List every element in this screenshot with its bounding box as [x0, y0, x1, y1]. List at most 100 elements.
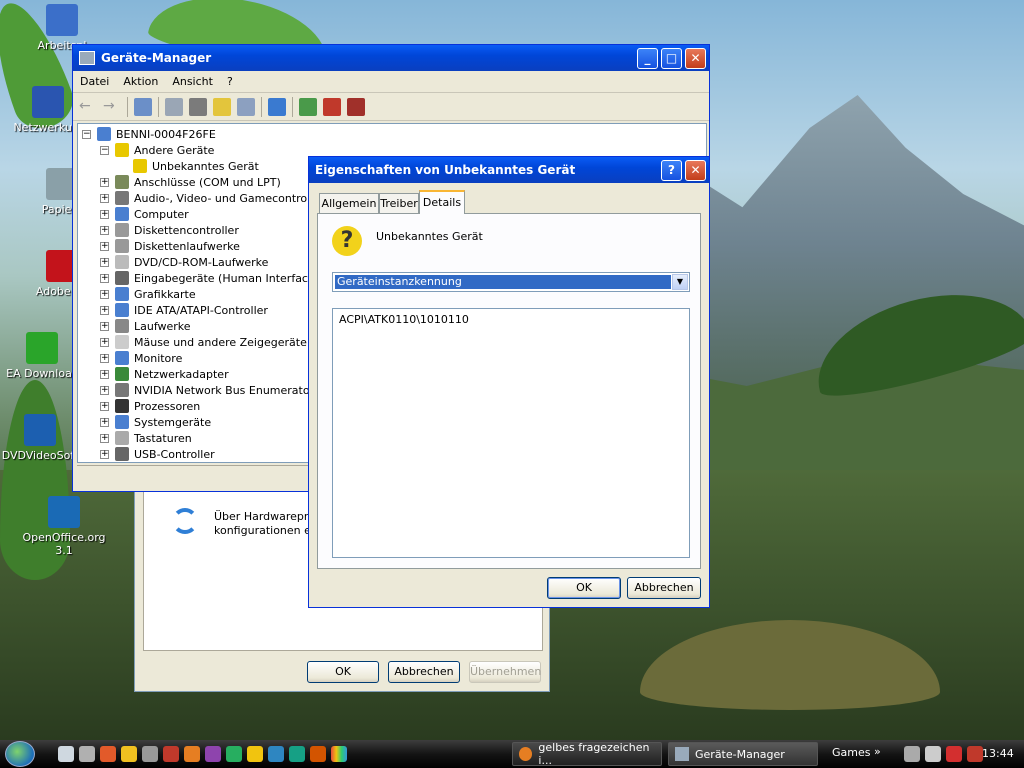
- uninstall-icon[interactable]: [323, 97, 341, 116]
- tree-category[interactable]: + DVD/CD-ROM-Laufwerke: [100, 254, 268, 270]
- tree-category[interactable]: + Systemgeräte: [100, 414, 211, 430]
- expand-icon[interactable]: +: [100, 193, 109, 203]
- volume-icon[interactable]: [925, 746, 941, 762]
- value-list[interactable]: ACPI\ATK0110\1010110: [332, 308, 690, 558]
- app-icon[interactable]: [226, 746, 242, 762]
- tree-category[interactable]: + IDE ATA/ATAPI-Controller: [100, 302, 268, 318]
- help-button[interactable]: ?: [661, 159, 682, 181]
- properties-icon[interactable]: [165, 97, 183, 116]
- menu-help[interactable]: ?: [220, 75, 240, 88]
- show-desktop-icon[interactable]: [58, 746, 74, 762]
- apply-button[interactable]: Übernehmen: [469, 661, 541, 683]
- collapse-icon[interactable]: −: [100, 145, 109, 155]
- close-button[interactable]: ✕: [685, 159, 706, 181]
- value-list-item[interactable]: ACPI\ATK0110\1010110: [339, 313, 469, 326]
- tree-category[interactable]: + Monitore: [100, 350, 182, 366]
- disable-device-icon[interactable]: [347, 97, 365, 116]
- back-arrow-icon[interactable]: ←: [79, 98, 97, 116]
- task-device-manager[interactable]: Geräte-Manager: [668, 742, 818, 766]
- app-icon[interactable]: [331, 746, 347, 762]
- property-select[interactable]: Geräteinstanzkennung ▼: [332, 272, 690, 292]
- desktop-icon-dvdvideosoft[interactable]: DVDVideoSoft: [0, 414, 80, 462]
- expand-icon[interactable]: +: [100, 273, 109, 283]
- desktop-icon-ea-download[interactable]: EA Downloac: [2, 332, 82, 380]
- tree-category[interactable]: + Computer: [100, 206, 189, 222]
- device-manager-titlebar[interactable]: Geräte-Manager _ □ ✕: [73, 45, 709, 71]
- menu-ansicht[interactable]: Ansicht: [165, 75, 220, 88]
- print-icon[interactable]: [189, 97, 207, 116]
- app-icon[interactable]: [247, 746, 263, 762]
- app-icon[interactable]: [268, 746, 284, 762]
- games-toolbar-label[interactable]: Games: [832, 746, 870, 759]
- app-icon[interactable]: [142, 746, 158, 762]
- expand-icon[interactable]: +: [100, 305, 109, 315]
- expand-icon[interactable]: +: [100, 369, 109, 379]
- app-icon[interactable]: [310, 746, 326, 762]
- tree-category[interactable]: + Prozessoren: [100, 398, 200, 414]
- chevron-right-icon[interactable]: »: [874, 745, 881, 758]
- network-tray-icon[interactable]: [904, 746, 920, 762]
- app-icon[interactable]: [100, 746, 116, 762]
- expand-icon[interactable]: +: [100, 417, 109, 427]
- properties-dialog-titlebar[interactable]: Eigenschaften von Unbekanntes Gerät ? ✕: [309, 157, 709, 183]
- expand-icon[interactable]: +: [100, 241, 109, 251]
- tree-category[interactable]: + Netzwerkadapter: [100, 366, 229, 382]
- tree-category[interactable]: + Audio-, Video- und Gamecontroller: [100, 190, 325, 206]
- minimize-button[interactable]: _: [637, 47, 658, 69]
- clock[interactable]: 13:44: [982, 747, 1014, 760]
- app-icon[interactable]: [289, 746, 305, 762]
- tree-category[interactable]: + Laufwerke: [100, 318, 191, 334]
- expand-icon[interactable]: +: [100, 353, 109, 363]
- tree-category[interactable]: + Mäuse und andere Zeigegeräte: [100, 334, 307, 350]
- tree-device[interactable]: Unbekanntes Gerät: [118, 158, 259, 174]
- chevron-down-icon[interactable]: ▼: [672, 274, 688, 290]
- tree-category[interactable]: + Diskettencontroller: [100, 222, 239, 238]
- update-driver-icon[interactable]: [299, 97, 317, 116]
- tree-category[interactable]: − Andere Geräte: [100, 142, 214, 158]
- start-button[interactable]: [0, 740, 40, 768]
- expand-icon[interactable]: +: [100, 321, 109, 331]
- expand-icon[interactable]: +: [100, 401, 109, 411]
- tree-category[interactable]: + Diskettenlaufwerke: [100, 238, 240, 254]
- forward-arrow-icon[interactable]: →: [103, 98, 121, 116]
- expand-icon[interactable]: +: [100, 385, 109, 395]
- tree-category[interactable]: + NVIDIA Network Bus Enumerator: [100, 382, 314, 398]
- tree-category[interactable]: + Grafikkarte: [100, 286, 196, 302]
- app-icon[interactable]: [79, 746, 95, 762]
- tree-category[interactable]: + Eingabegeräte (Human Interface De: [100, 270, 333, 286]
- expand-icon[interactable]: +: [100, 433, 109, 443]
- scan-hardware-icon[interactable]: [268, 97, 286, 116]
- antivirus-tray-icon[interactable]: [967, 746, 983, 762]
- show-hide-tree-icon[interactable]: [134, 97, 152, 116]
- ok-button[interactable]: OK: [307, 661, 379, 683]
- ok-button[interactable]: OK: [547, 577, 621, 599]
- expand-icon[interactable]: +: [100, 177, 109, 187]
- cancel-button[interactable]: Abbrechen: [388, 661, 460, 683]
- tab-details[interactable]: Details: [419, 190, 465, 214]
- tree-category[interactable]: + USB-Controller: [100, 446, 215, 462]
- expand-icon[interactable]: +: [100, 209, 109, 219]
- firefox-icon[interactable]: [184, 746, 200, 762]
- expand-icon[interactable]: +: [100, 449, 109, 459]
- cancel-button[interactable]: Abbrechen: [627, 577, 701, 599]
- tab-treiber[interactable]: Treiber: [379, 193, 419, 213]
- menu-aktion[interactable]: Aktion: [116, 75, 165, 88]
- view-icon[interactable]: [237, 97, 255, 116]
- app-icon[interactable]: [163, 746, 179, 762]
- expand-icon[interactable]: +: [100, 337, 109, 347]
- maximize-button[interactable]: □: [661, 47, 682, 69]
- expand-icon[interactable]: +: [100, 289, 109, 299]
- app-icon[interactable]: [121, 746, 137, 762]
- expand-icon[interactable]: +: [100, 257, 109, 267]
- tree-root[interactable]: − BENNI-0004F26FE: [82, 126, 216, 142]
- expand-icon[interactable]: +: [100, 225, 109, 235]
- tree-category[interactable]: + Anschlüsse (COM und LPT): [100, 174, 281, 190]
- collapse-icon[interactable]: −: [82, 129, 91, 139]
- close-button[interactable]: ✕: [685, 47, 706, 69]
- help-icon[interactable]: [213, 97, 231, 116]
- tab-allgemein[interactable]: Allgemein: [319, 193, 379, 213]
- app-icon[interactable]: [205, 746, 221, 762]
- ati-tray-icon[interactable]: [946, 746, 962, 762]
- task-firefox[interactable]: gelbes fragezeichen i...: [512, 741, 662, 767]
- menu-datei[interactable]: Datei: [73, 75, 116, 88]
